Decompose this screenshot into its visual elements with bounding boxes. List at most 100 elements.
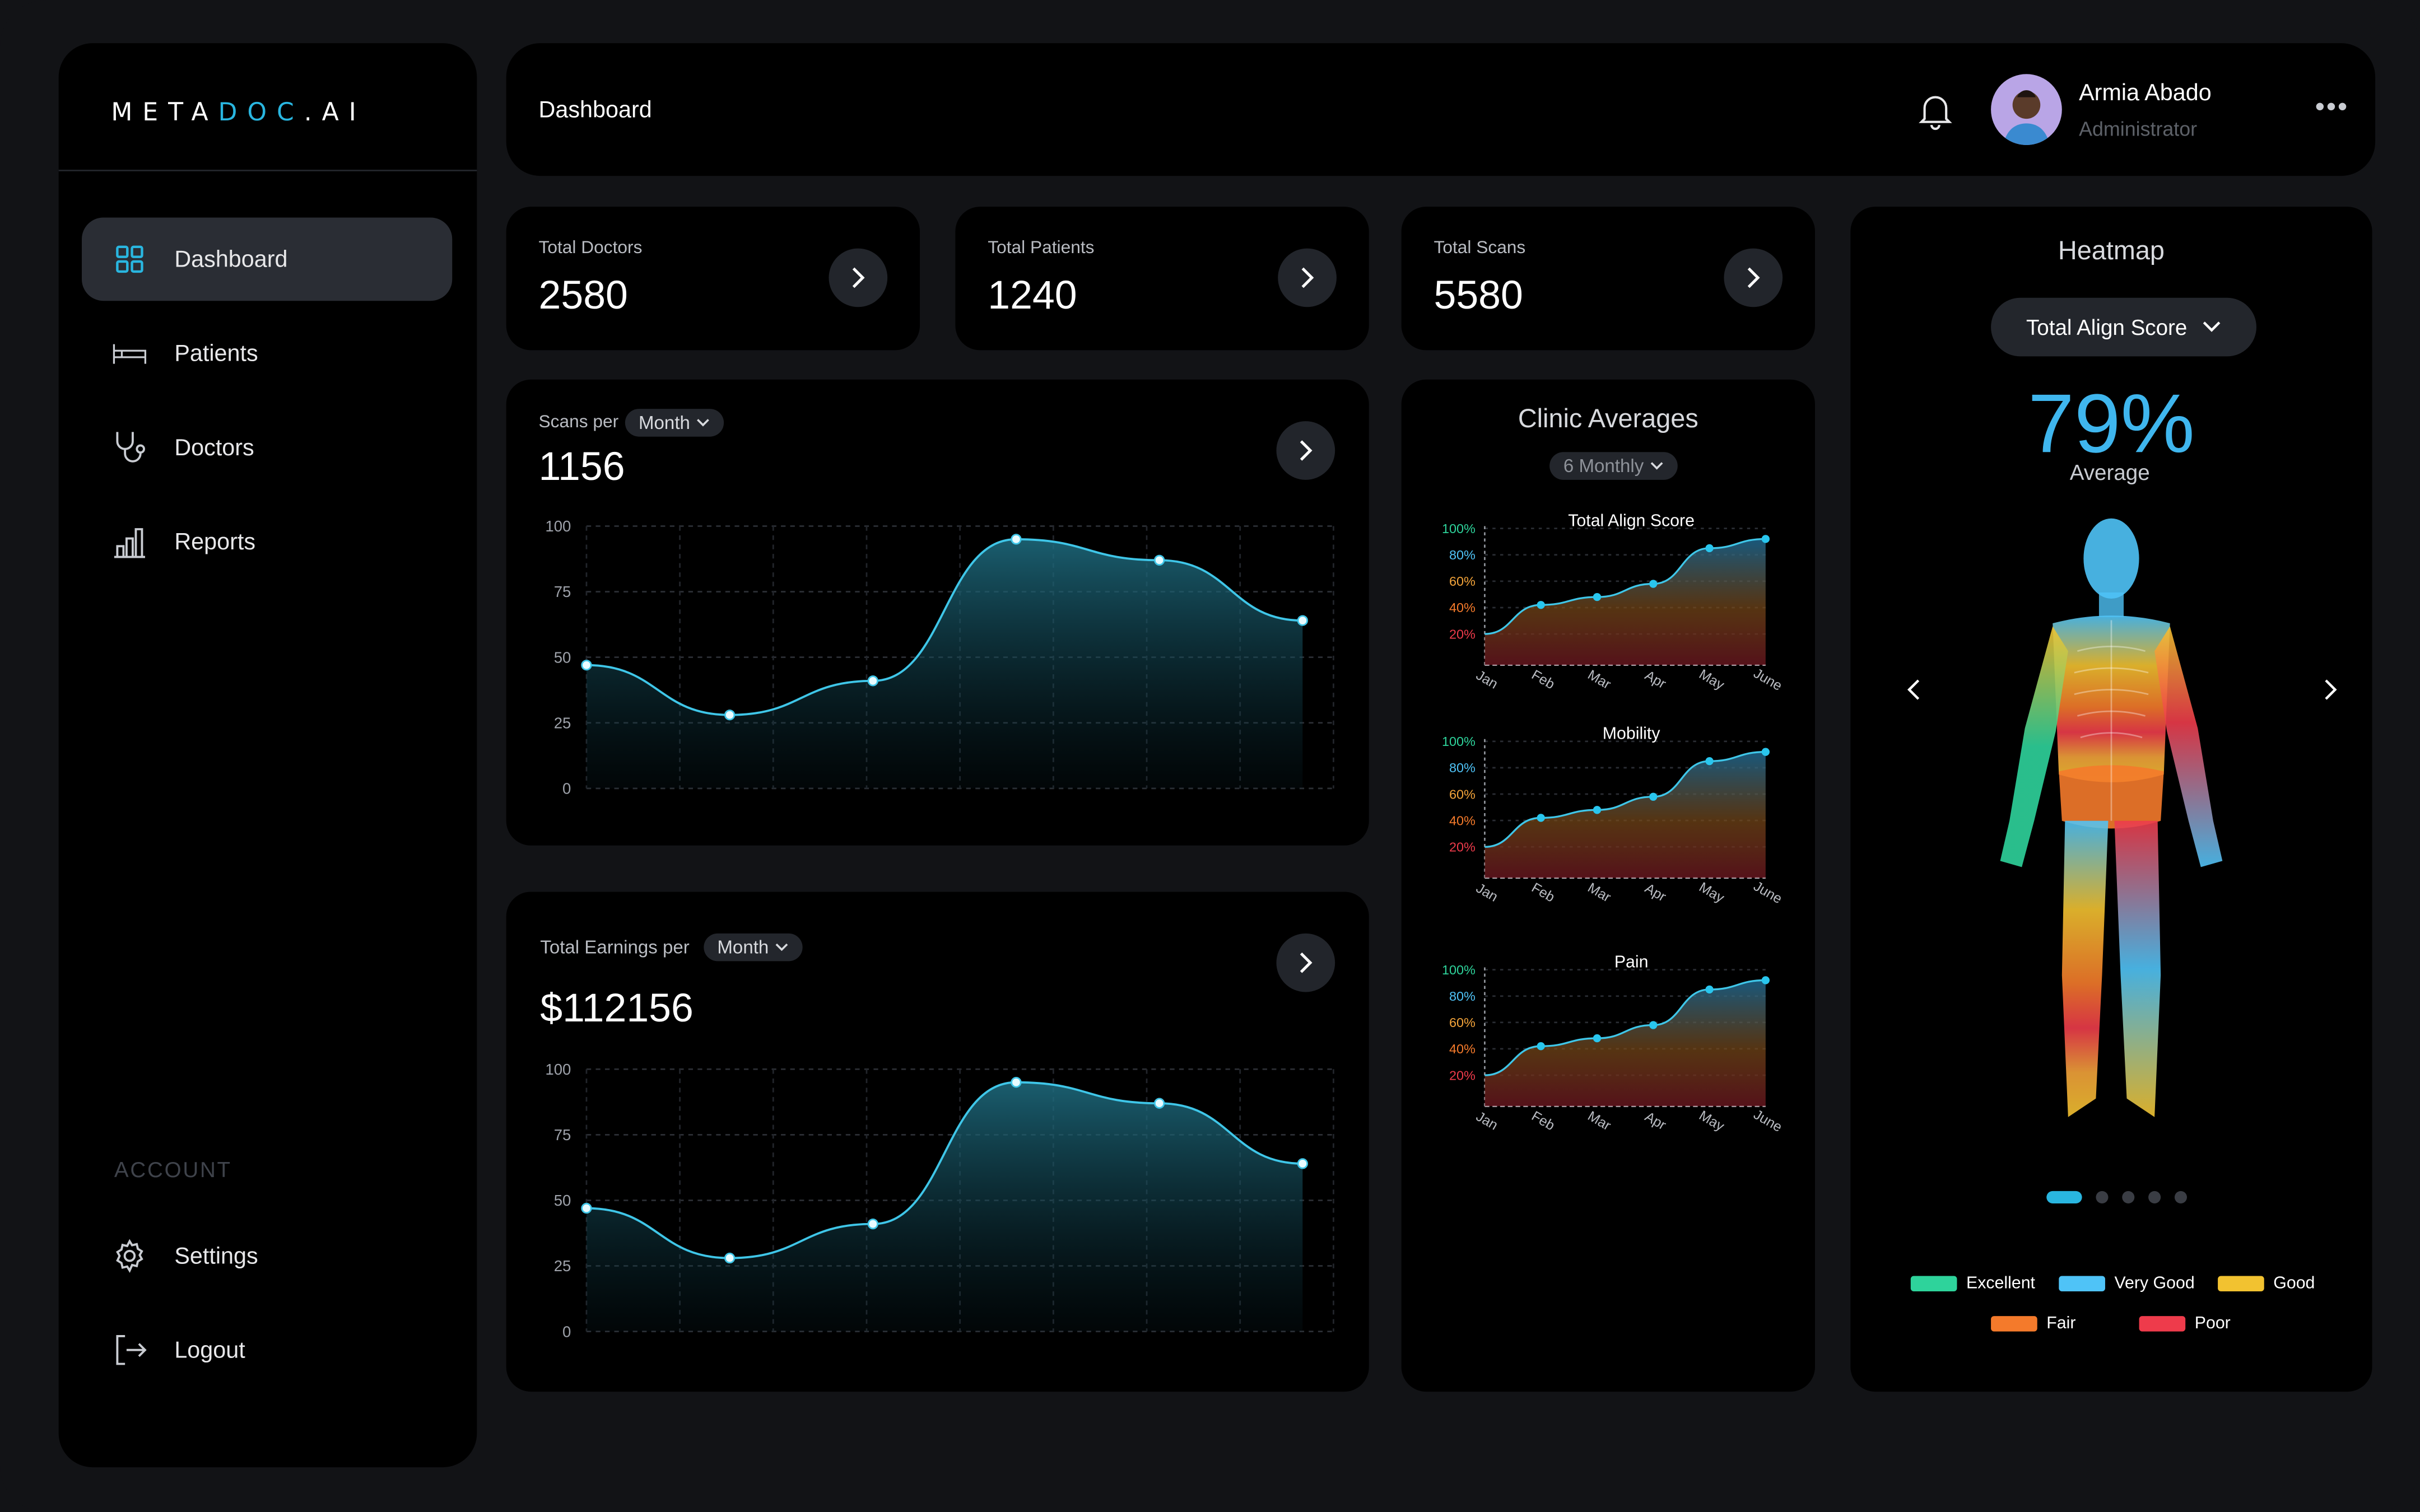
carousel-dot[interactable] — [2174, 1191, 2187, 1203]
x-tick-label: May — [1696, 1108, 1727, 1135]
data-point[interactable] — [1761, 748, 1770, 756]
data-point[interactable] — [1593, 1034, 1602, 1043]
clinic-averages-card: Clinic Averages 6 Monthly 100% 80% 60% 40% 2… — [1401, 379, 1815, 1392]
data-point[interactable] — [867, 1218, 878, 1230]
sidebar-item-doctors[interactable]: Doctors — [82, 406, 452, 489]
logout-label: Logout — [174, 1337, 245, 1364]
user-name: Armia Abado — [2079, 80, 2212, 107]
data-point[interactable] — [1297, 615, 1308, 626]
legend-swatch — [1910, 1276, 1957, 1292]
legend-swatch — [2218, 1276, 2264, 1292]
stat-card-doctors: Total Doctors 2580 — [506, 207, 920, 351]
chevron-right-icon[interactable] — [1278, 248, 1337, 307]
legend-very-good: Very Good — [2059, 1275, 2195, 1293]
x-tick-label: Mar — [1585, 668, 1613, 693]
data-point[interactable] — [581, 660, 592, 671]
stat-card-scans: Total Scans 5580 — [1401, 207, 1815, 351]
user-role: Administrator — [2079, 117, 2198, 141]
bar-chart-icon — [113, 525, 147, 559]
avatar[interactable] — [1991, 74, 2062, 145]
x-tick-label: Jan — [1473, 668, 1500, 692]
x-tick-label: Apr — [1642, 668, 1669, 692]
data-point[interactable] — [1537, 814, 1545, 822]
chevron-left-icon[interactable] — [1906, 679, 1922, 708]
legend-swatch — [2139, 1316, 2186, 1332]
bed-icon — [113, 337, 147, 371]
legend-fair: Fair — [1991, 1314, 2075, 1333]
clinic-title: Clinic Averages — [1518, 404, 1698, 434]
data-point[interactable] — [724, 710, 736, 721]
settings-button[interactable]: Settings — [82, 1214, 452, 1298]
x-tick-label: June — [1751, 666, 1785, 694]
sidebar: METADOC.AI Dashboard Patients Doctors Re… — [58, 43, 477, 1468]
carousel-dot[interactable] — [2122, 1191, 2135, 1203]
top-bar: Dashboard Armia Abado Administrator ••• — [506, 43, 2376, 176]
y-tick-label: 25 — [554, 714, 571, 731]
data-point[interactable] — [1297, 1158, 1308, 1169]
carousel-dot[interactable] — [2096, 1191, 2109, 1203]
stat-value: 1240 — [988, 271, 1077, 318]
area-fill — [1484, 539, 1766, 665]
carousel-dot[interactable] — [2148, 1191, 2161, 1203]
area-fill — [586, 1082, 1303, 1332]
data-point[interactable] — [1705, 544, 1714, 553]
x-tick-label: Mar — [1585, 1109, 1613, 1134]
stat-card-patients: Total Patients 1240 — [955, 207, 1369, 351]
y-tick-label: 100 — [545, 517, 571, 535]
heatmap-metric-select[interactable]: Total Align Score — [1991, 297, 2256, 357]
data-point[interactable] — [1649, 580, 1658, 588]
carousel-dots — [2046, 1191, 2201, 1203]
sidebar-item-label: Reports — [174, 528, 256, 555]
data-point[interactable] — [1593, 806, 1602, 814]
y-tick-label: 40% — [1449, 600, 1476, 615]
x-tick-label: Feb — [1529, 668, 1557, 693]
x-tick-label: Mar — [1585, 880, 1613, 906]
y-tick-label: 60% — [1449, 1015, 1476, 1030]
data-point[interactable] — [1649, 792, 1658, 801]
data-point[interactable] — [1011, 534, 1022, 545]
heatmap-card: Heatmap Total Align Score 79% Average Ex… — [1850, 207, 2372, 1392]
data-point[interactable] — [1649, 1021, 1658, 1029]
data-point[interactable] — [1537, 1042, 1545, 1051]
data-point[interactable] — [1761, 535, 1770, 543]
clinic-period-select[interactable]: 6 Monthly — [1549, 452, 1678, 480]
mini-chart-title: Total Align Score — [1568, 511, 1695, 530]
chevron-right-icon[interactable] — [1724, 248, 1783, 307]
sidebar-item-reports[interactable]: Reports — [82, 500, 452, 584]
sidebar-item-patients[interactable]: Patients — [82, 312, 452, 395]
scans-card: Scans per Month 1156 100 75 50 25 0 — [506, 379, 1369, 846]
y-tick-label: 100% — [1442, 734, 1476, 749]
account-heading: ACCOUNT — [114, 1157, 232, 1182]
grid-icon — [113, 242, 147, 277]
area-fill — [1484, 752, 1766, 878]
data-point[interactable] — [1153, 1098, 1165, 1109]
carousel-dot-active[interactable] — [2046, 1191, 2082, 1203]
sidebar-item-label: Dashboard — [174, 246, 288, 273]
x-tick-label: Jan — [1473, 881, 1500, 905]
data-point[interactable] — [1011, 1077, 1022, 1088]
pain-mini-chart: 100% 80% 60% 40% 20% Pain Jan Feb Mar Apr May June — [1442, 953, 1785, 1135]
logout-button[interactable]: Logout — [82, 1308, 452, 1392]
data-point[interactable] — [1593, 592, 1602, 601]
more-options-icon[interactable]: ••• — [2315, 92, 2349, 120]
chevron-right-icon[interactable] — [2323, 679, 2338, 708]
bell-icon[interactable] — [1919, 91, 1953, 139]
data-point[interactable] — [1705, 985, 1714, 994]
data-point[interactable] — [867, 675, 878, 687]
sidebar-item-dashboard[interactable]: Dashboard — [82, 217, 453, 301]
data-point[interactable] — [1153, 554, 1165, 566]
x-tick-label: Apr — [1642, 1109, 1669, 1133]
chevron-right-icon[interactable] — [829, 248, 888, 307]
y-tick-label: 50 — [554, 648, 571, 666]
data-point[interactable] — [1761, 976, 1770, 984]
y-tick-label: 80% — [1449, 760, 1476, 775]
data-point[interactable] — [1705, 757, 1714, 766]
data-point[interactable] — [1537, 601, 1545, 609]
data-point[interactable] — [724, 1252, 736, 1264]
page-title: Dashboard — [538, 97, 652, 124]
x-tick-label: Feb — [1529, 880, 1557, 906]
heatmap-title: Heatmap — [2058, 236, 2165, 265]
y-tick-label: 20% — [1449, 840, 1476, 855]
data-point[interactable] — [581, 1202, 592, 1214]
y-tick-label: 100% — [1442, 521, 1476, 536]
